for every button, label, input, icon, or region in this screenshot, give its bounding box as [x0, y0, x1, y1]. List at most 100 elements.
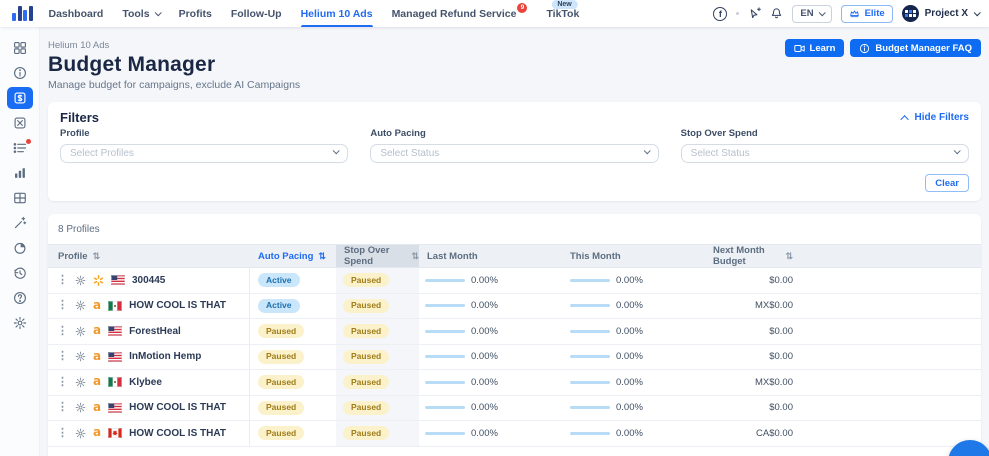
video-icon — [794, 44, 805, 53]
row-menu-icon[interactable]: ⋮ — [57, 428, 68, 439]
nav-item-profits[interactable]: Profits — [179, 0, 212, 27]
notification-dot — [26, 139, 31, 144]
learn-button[interactable]: Learn — [785, 39, 845, 57]
clear-filters-button[interactable]: Clear — [925, 174, 969, 192]
next-month-budget: CA$0.00 — [705, 421, 805, 446]
this-month-progress-bar — [570, 330, 610, 333]
budget-manager-faq-button[interactable]: Budget Manager FAQ — [850, 39, 981, 57]
topbar-right: f EN Elite Project X — [713, 5, 979, 23]
last-month-value: 0.00% — [471, 275, 498, 286]
facebook-icon[interactable]: f — [713, 7, 727, 21]
row-settings-icon[interactable] — [75, 428, 86, 439]
sidebar-item-pie-chart[interactable] — [7, 237, 33, 259]
row-menu-icon[interactable]: ⋮ — [57, 377, 68, 388]
auto-pacing-filter-select[interactable] — [370, 144, 658, 163]
nav-item-managed-refund-service[interactable]: Managed Refund Service9 — [392, 0, 528, 27]
this-month-progress-bar — [570, 304, 610, 307]
sidebar-item-bar-chart[interactable] — [7, 162, 33, 184]
profile-filter-select[interactable] — [60, 144, 348, 163]
stop-over-spend-filter-label: Stop Over Spend — [681, 128, 969, 139]
sidebar — [0, 27, 40, 456]
last-month-value: 0.00% — [471, 300, 498, 311]
breadcrumb[interactable]: Helium 10 Ads — [48, 40, 300, 51]
column-header-next-month-budget[interactable]: Next Month Budget⇅ — [705, 245, 805, 267]
sidebar-item-magic-wand[interactable] — [7, 212, 33, 234]
sidebar-item-settings[interactable] — [7, 312, 33, 334]
row-settings-icon[interactable] — [75, 402, 86, 413]
row-menu-icon[interactable]: ⋮ — [57, 300, 68, 311]
row-menu-icon[interactable]: ⋮ — [57, 326, 68, 337]
flag-mx-icon — [108, 377, 122, 387]
row-settings-icon[interactable] — [75, 351, 86, 362]
settings-icon — [13, 316, 27, 330]
sidebar-item-dashboard[interactable] — [7, 62, 33, 84]
profile-cell: ⋮ a HOW COOL IS THAT — [48, 396, 250, 421]
row-menu-icon[interactable]: ⋮ — [57, 275, 68, 286]
this-month-progress-bar — [570, 355, 610, 358]
help-icon — [13, 291, 27, 305]
profile-name: HOW COOL IS THAT — [129, 300, 226, 311]
marketplace-amazon-icon: a — [93, 403, 101, 413]
column-header-stop-over-spend[interactable]: Stop Over Spend⇅ — [336, 245, 419, 267]
cursor-plus-icon[interactable] — [748, 7, 761, 20]
avatar — [902, 5, 919, 22]
column-header-profile[interactable]: Profile⇅ — [48, 245, 250, 267]
apps-grid-icon — [13, 41, 27, 55]
profile-cell: ⋮ a HOW COOL IS THAT — [48, 421, 250, 446]
history-icon — [13, 266, 27, 280]
auto-pacing-badge: Paused — [258, 401, 304, 415]
tasks-list-icon — [13, 141, 27, 155]
column-header-auto-pacing[interactable]: Auto Pacing⇅ — [250, 245, 336, 267]
notifications-bell-icon[interactable] — [770, 7, 783, 20]
nav-item-tiktok[interactable]: TikTokNew — [546, 0, 579, 27]
this-month-progress-bar — [570, 381, 610, 384]
nav-item-helium-10-ads[interactable]: Helium 10 Ads — [301, 0, 373, 27]
stop-over-spend-badge: Paused — [343, 324, 389, 338]
sidebar-item-history[interactable] — [7, 262, 33, 284]
row-settings-icon[interactable] — [75, 300, 86, 311]
sidebar-item-package[interactable] — [7, 112, 33, 134]
this-month-progress-bar — [570, 432, 610, 435]
flag-us-icon — [111, 275, 125, 285]
hide-filters-link[interactable]: Hide Filters — [903, 112, 969, 123]
account-menu[interactable]: Project X — [902, 5, 979, 22]
this-month-value: 0.00% — [616, 326, 643, 337]
row-menu-icon[interactable]: ⋮ — [57, 351, 68, 362]
package-icon — [13, 116, 27, 130]
table-body: ⋮ 300445 Active Paused 0.00% 0.00% $0.00… — [48, 268, 981, 447]
elite-plan-button[interactable]: Elite — [841, 5, 893, 23]
language-select[interactable]: EN — [792, 5, 831, 23]
this-month-value: 0.00% — [616, 275, 643, 286]
row-menu-icon[interactable]: ⋮ — [57, 402, 68, 413]
this-month-value: 0.00% — [616, 428, 643, 439]
page-title: Budget Manager — [48, 53, 300, 77]
nav-item-dashboard[interactable]: Dashboard — [49, 0, 104, 27]
stop-over-spend-badge: Paused — [343, 299, 389, 313]
row-settings-icon[interactable] — [75, 377, 86, 388]
sort-icon: ⇅ — [318, 252, 326, 261]
row-settings-icon[interactable] — [75, 326, 86, 337]
plan-label: Elite — [865, 8, 885, 19]
nav-item-tools[interactable]: Tools — [122, 0, 159, 27]
helium10-logo[interactable] — [12, 6, 33, 21]
nav-item-follow-up[interactable]: Follow-Up — [231, 0, 282, 27]
this-month-progress-bar — [570, 279, 610, 282]
stop-over-spend-badge: Paused — [343, 375, 389, 389]
profile-cell: ⋮ a ForestHeal — [48, 319, 250, 344]
sidebar-item-data-table[interactable] — [7, 187, 33, 209]
filters-panel: Filters Hide Filters Profile Auto Pacing — [48, 102, 981, 201]
stop-over-spend-filter-select[interactable] — [681, 144, 969, 163]
profile-name: HOW COOL IS THAT — [129, 402, 226, 413]
next-month-budget: $0.00 — [705, 319, 805, 344]
row-settings-icon[interactable] — [75, 275, 86, 286]
page-subtitle: Manage budget for campaigns, exclude AI … — [48, 79, 300, 91]
marketplace-amazon-icon: a — [93, 326, 101, 336]
sidebar-item-help[interactable] — [7, 287, 33, 309]
sidebar-item-budget-manager[interactable] — [7, 87, 33, 109]
sidebar-item-tasks-list[interactable] — [7, 137, 33, 159]
sidebar-item-apps-grid[interactable] — [7, 37, 33, 59]
flag-us-icon — [108, 352, 122, 362]
stop-over-spend-badge: Paused — [343, 273, 389, 287]
new-tag: New — [551, 0, 577, 9]
table-row: ⋮ a Klybee Paused Paused 0.00% 0.00% MX$… — [48, 370, 981, 396]
